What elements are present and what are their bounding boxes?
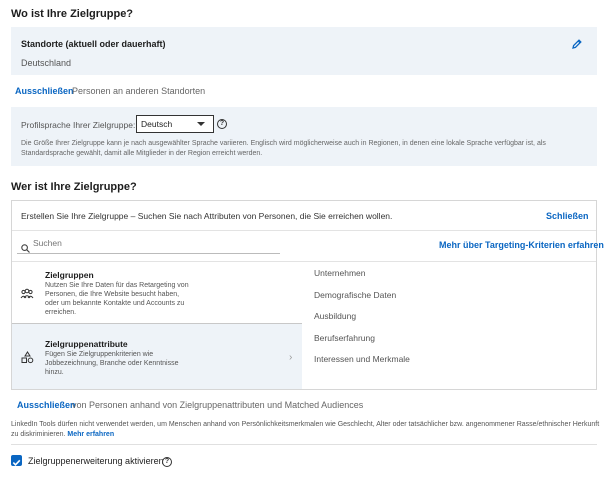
attribute-item[interactable]: Ausbildung <box>314 311 356 321</box>
pencil-icon[interactable] <box>571 37 583 49</box>
expansion-checkbox[interactable] <box>11 455 22 466</box>
location-value: Deutschland <box>21 58 72 68</box>
targeting-description: Erstellen Sie Ihre Zielgruppe – Suchen S… <box>21 211 393 221</box>
help-icon[interactable]: ? <box>217 119 227 129</box>
language-note: Die Größe Ihrer Zielgruppe kann je nach … <box>21 140 546 157</box>
search-input[interactable] <box>33 238 253 248</box>
audience-heading: Wer ist Ihre Zielgruppe? <box>11 181 137 193</box>
more-targeting-link[interactable]: Mehr über Targeting-Kriterien erfahren <box>439 240 604 250</box>
category-title: Zielgruppen <box>45 270 94 280</box>
close-button[interactable]: Schließen <box>546 211 589 221</box>
search-icon <box>21 240 30 253</box>
category-zielgruppenattribute[interactable]: Zielgruppenattribute Fügen Sie Zielgrupp… <box>12 324 302 389</box>
search-underline <box>17 253 280 254</box>
divider <box>12 230 596 231</box>
category-description: Nutzen Sie Ihre Daten für das Retargetin… <box>45 282 189 316</box>
learn-more-link[interactable]: Mehr erfahren <box>67 431 114 438</box>
chevron-right-icon: › <box>289 352 293 363</box>
people-group-icon <box>20 287 34 299</box>
attribute-item[interactable]: Berufserfahrung <box>314 333 375 343</box>
attribute-item[interactable]: Interessen und Merkmale <box>314 354 410 364</box>
language-select[interactable]: Deutsch <box>136 115 214 133</box>
location-box <box>11 27 597 75</box>
attribute-item[interactable]: Demografische Daten <box>314 290 396 300</box>
policy-notice: LinkedIn Tools dürfen nicht verwendet we… <box>11 420 601 440</box>
location-box-title: Standorte (aktuell oder dauerhaft) <box>21 39 166 49</box>
checkmark-icon <box>12 459 21 466</box>
location-exclude-text: Personen an anderen Standorten <box>72 86 206 96</box>
caret-down-icon <box>197 122 205 126</box>
location-heading: Wo ist Ihre Zielgruppe? <box>11 8 134 20</box>
category-title: Zielgruppenattribute <box>45 339 128 349</box>
attribute-item[interactable]: Unternehmen <box>314 268 366 278</box>
language-select-value: Deutsch <box>141 119 173 129</box>
language-label: Profilsprache Ihrer Zielgruppe: <box>21 120 136 130</box>
expansion-label: Zielgruppenerweiterung aktivieren <box>28 456 164 466</box>
help-icon[interactable]: ? <box>162 457 172 467</box>
divider <box>11 444 597 445</box>
location-exclude-link[interactable]: Ausschließen <box>15 86 74 96</box>
category-description: Fügen Sie Zielgruppenkriterien wie Jobbe… <box>45 351 179 376</box>
audience-exclude-text: von Personen anhand von Zielgruppenattri… <box>72 400 364 410</box>
shapes-icon <box>21 351 34 364</box>
audience-exclude-link[interactable]: Ausschließen <box>17 400 76 410</box>
category-zielgruppen[interactable]: Zielgruppen Nutzen Sie Ihre Daten für da… <box>12 262 302 324</box>
